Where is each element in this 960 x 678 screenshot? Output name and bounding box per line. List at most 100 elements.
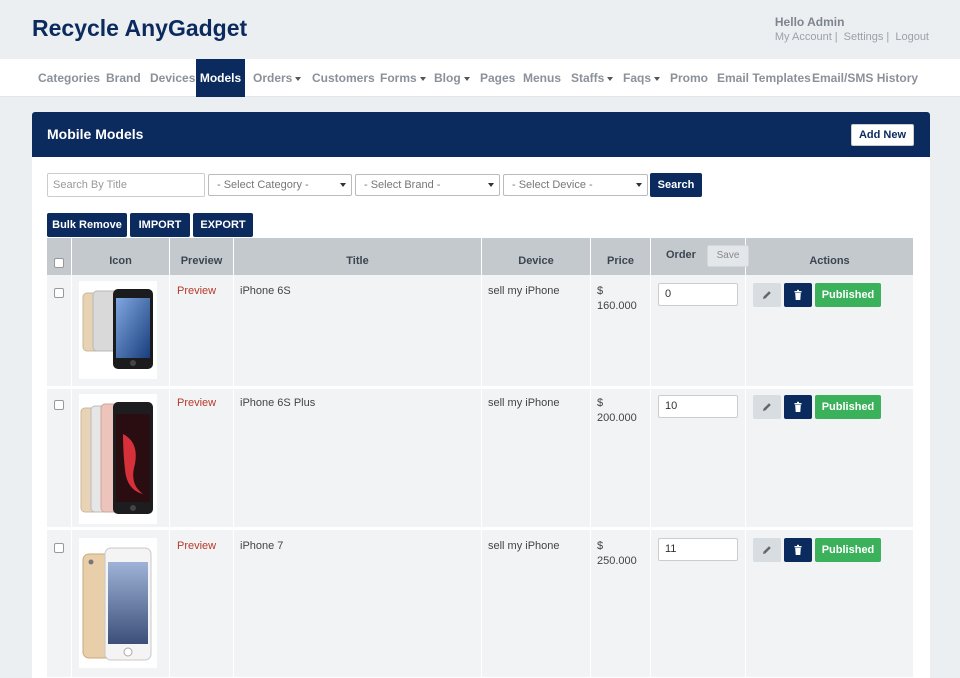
row-preview-cell: Preview (170, 275, 234, 386)
preview-link[interactable]: Preview (177, 397, 216, 409)
nav-customers[interactable]: Customers (312, 59, 375, 97)
row-checkbox[interactable] (54, 400, 64, 410)
table-header: Icon Preview Title Device Price Order Sa… (47, 238, 913, 275)
model-device: sell my iPhone (488, 397, 560, 409)
order-input[interactable]: 11 (658, 538, 738, 561)
select-all-checkbox[interactable] (54, 258, 64, 268)
model-title: iPhone 7 (240, 540, 284, 552)
search-button[interactable]: Search (650, 173, 702, 197)
row-order-cell: 0 (651, 275, 746, 386)
row-actions-cell: Published (746, 389, 913, 527)
preview-link[interactable]: Preview (177, 540, 216, 552)
nav-devices[interactable]: Devices (150, 59, 195, 97)
user-menu: Hello Admin My Account | Settings | Logout (775, 15, 929, 43)
row-icon-cell (72, 389, 170, 527)
nav-menus[interactable]: Menus (523, 59, 561, 97)
price-currency: $ (597, 397, 604, 409)
export-button[interactable]: EXPORT (193, 213, 253, 237)
nav-faqs-label: Faqs (623, 71, 652, 85)
app-brand[interactable]: Recycle AnyGadget (32, 15, 247, 42)
add-new-button[interactable]: Add New (851, 124, 914, 146)
chevron-down-icon (340, 183, 346, 187)
panel-title: Mobile Models (47, 126, 144, 142)
phone-thumbnail (79, 394, 157, 524)
nav-brand[interactable]: Brand (106, 59, 141, 97)
delete-button[interactable] (784, 538, 812, 562)
row-checkbox[interactable] (54, 288, 64, 298)
row-order-cell: 11 (651, 530, 746, 677)
row-device-cell: sell my iPhone (482, 275, 591, 386)
nav-categories[interactable]: Categories (38, 59, 100, 97)
device-select[interactable]: - Select Device - (503, 174, 648, 196)
nav-staffs[interactable]: Staffs (571, 59, 614, 97)
price-currency: $ (597, 540, 604, 552)
price-currency: $ (597, 285, 604, 297)
published-button[interactable]: Published (815, 283, 881, 307)
model-title: iPhone 6S Plus (240, 397, 316, 409)
save-order-button[interactable]: Save (707, 245, 749, 267)
table-row: Preview iPhone 7 sell my iPhone $ 250.00… (47, 530, 913, 678)
nav-promo[interactable]: Promo (670, 59, 708, 97)
nav-faqs[interactable]: Faqs (623, 59, 661, 97)
price-value: 250.000 (597, 555, 637, 567)
order-input[interactable]: 10 (658, 395, 738, 418)
user-links: My Account | Settings | Logout (775, 31, 929, 43)
order-input[interactable]: 0 (658, 283, 738, 306)
settings-link[interactable]: Settings (844, 31, 884, 43)
delete-button[interactable] (784, 283, 812, 307)
caret-down-icon (654, 76, 661, 81)
nav-blog[interactable]: Blog (434, 59, 470, 97)
row-checkbox[interactable] (54, 543, 64, 553)
category-select[interactable]: - Select Category - (208, 174, 352, 196)
bulk-remove-button[interactable]: Bulk Remove (47, 213, 127, 237)
nav-pages[interactable]: Pages (480, 59, 515, 97)
import-button[interactable]: IMPORT (130, 213, 190, 237)
nav-email-templates[interactable]: Email Templates (717, 59, 811, 97)
nav-staffs-label: Staffs (571, 71, 605, 85)
header-actions: Actions (809, 255, 850, 267)
main-nav: Categories Brand Devices Models Orders C… (0, 59, 960, 97)
nav-orders-label: Orders (253, 71, 293, 85)
published-button[interactable]: Published (815, 538, 881, 562)
edit-button[interactable] (753, 283, 781, 307)
trash-icon (794, 289, 802, 300)
row-device-cell: sell my iPhone (482, 530, 591, 677)
header-price: Price (591, 238, 651, 275)
nav-models[interactable]: Models (196, 59, 245, 97)
caret-down-icon (607, 76, 614, 81)
row-title-cell: iPhone 6S Plus (234, 389, 482, 527)
model-title: iPhone 6S (240, 285, 291, 297)
row-checkbox-cell (47, 530, 72, 677)
delete-button[interactable] (784, 395, 812, 419)
row-order-cell: 10 (651, 389, 746, 527)
my-account-link[interactable]: My Account (775, 31, 832, 43)
brand-select-value: - Select Brand - (364, 179, 441, 191)
panel-header: Mobile Models Add New (32, 112, 930, 157)
row-actions-cell: Published (746, 530, 913, 677)
models-panel: Mobile Models Add New Search By Title - … (32, 112, 930, 678)
phone-thumbnail (79, 538, 157, 668)
select-all-cell (47, 238, 72, 275)
published-button[interactable]: Published (815, 395, 881, 419)
edit-button[interactable] (753, 395, 781, 419)
logout-link[interactable]: Logout (895, 31, 929, 43)
pencil-icon (763, 291, 771, 299)
nav-forms[interactable]: Forms (380, 59, 426, 97)
preview-link[interactable]: Preview (177, 285, 216, 297)
brand-select[interactable]: - Select Brand - (355, 174, 500, 196)
row-title-cell: iPhone 6S (234, 275, 482, 386)
edit-button[interactable] (753, 538, 781, 562)
table-row: Preview iPhone 6S Plus sell my iPhone $ … (47, 389, 913, 530)
pencil-icon (763, 403, 771, 411)
nav-email-sms-history[interactable]: Email/SMS History (812, 59, 918, 97)
row-title-cell: iPhone 7 (234, 530, 482, 677)
trash-icon (794, 401, 802, 412)
search-input[interactable]: Search By Title (47, 173, 205, 197)
model-device: sell my iPhone (488, 285, 560, 297)
nav-orders[interactable]: Orders (253, 59, 302, 97)
table-row: Preview iPhone 6S sell my iPhone $ 160.0… (47, 275, 913, 389)
phone-image (80, 402, 153, 514)
chevron-down-icon (488, 183, 494, 187)
caret-down-icon (295, 76, 302, 81)
user-greeting: Hello Admin (774, 15, 845, 29)
